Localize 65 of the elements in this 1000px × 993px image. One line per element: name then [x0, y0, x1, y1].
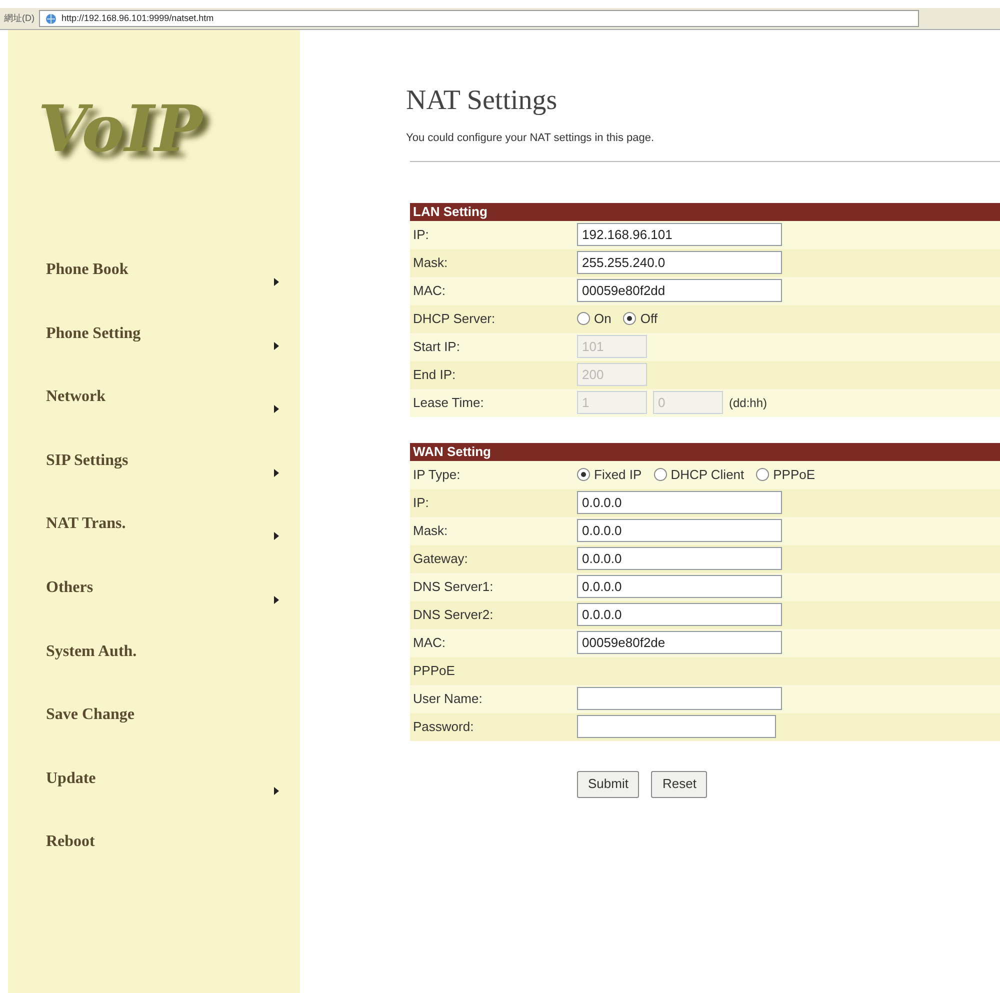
menu-item[interactable]: Phone Setting	[46, 324, 141, 342]
input-field[interactable]	[577, 715, 776, 738]
field-label: Gateway:	[412, 550, 469, 568]
menu-item[interactable]: SIP Settings	[46, 452, 128, 469]
field-label: PPPoE	[412, 662, 456, 680]
input-field[interactable]: 00059e80f2de	[577, 631, 782, 654]
radio-button[interactable]	[623, 312, 636, 325]
input-field[interactable]: 0.0.0.0	[577, 519, 782, 542]
menu-item[interactable]: System Auth.	[46, 642, 137, 660]
menu-item[interactable]: NAT Trans.	[46, 515, 126, 532]
menu-item[interactable]: Reboot	[46, 833, 95, 850]
address-label: 網址(D)	[4, 12, 34, 25]
input-field[interactable]: 0.0.0.0	[577, 575, 782, 598]
radio-label: Off	[640, 310, 658, 328]
radio-button[interactable]	[756, 468, 770, 481]
radio-label: DHCP Client	[670, 466, 744, 484]
radio-label: On	[594, 310, 612, 328]
submenu-arrow-icon	[274, 405, 279, 414]
submenu-arrow-icon	[274, 342, 279, 350]
menu-item[interactable]: Update	[46, 770, 96, 787]
page-title: NAT Settings	[406, 84, 558, 118]
radio-label: PPPoE	[773, 466, 816, 484]
submenu-arrow-icon	[274, 532, 279, 540]
input-field[interactable]: 0.0.0.0	[577, 603, 782, 626]
unit-label: (dd:hh)	[729, 394, 768, 412]
submenu-arrow-icon	[274, 786, 279, 795]
section-header: WAN Setting	[410, 442, 1000, 460]
input-field[interactable]	[577, 687, 782, 710]
field-label: DNS Server2:	[412, 606, 494, 624]
field-label: Start IP:	[412, 338, 461, 356]
menu-item[interactable]: Network	[46, 388, 106, 406]
radio-button[interactable]	[577, 468, 590, 481]
input-field[interactable]: 00059e80f2dd	[577, 279, 782, 302]
menu-item[interactable]: Others	[46, 578, 94, 596]
input-field[interactable]: 0.0.0.0	[577, 547, 782, 570]
menu-item[interactable]: Save Change	[46, 706, 134, 724]
field-label: Mask:	[412, 522, 449, 540]
field-label: IP Type:	[412, 466, 462, 484]
radio-button[interactable]	[654, 468, 667, 481]
field-label: End IP:	[412, 366, 457, 384]
field-label: MAC:	[412, 282, 446, 300]
menu-item[interactable]: Phone Book	[46, 261, 128, 278]
submenu-arrow-icon	[274, 278, 279, 286]
field-label: Password:	[412, 718, 475, 736]
form-button[interactable]: Submit	[577, 770, 640, 798]
submenu-arrow-icon	[274, 596, 279, 604]
input-field[interactable]: 0.0.0.0	[577, 491, 782, 514]
url-text[interactable]: http://192.168.96.101:9999/natset.htm	[62, 12, 214, 26]
field-label: Lease Time:	[412, 394, 485, 412]
field-label: Mask:	[412, 254, 449, 272]
field-label: DHCP Server:	[412, 310, 496, 328]
radio-label: Fixed IP	[594, 466, 642, 484]
submenu-arrow-icon	[274, 468, 279, 477]
field-label: IP:	[412, 226, 430, 244]
form-button[interactable]: Reset	[651, 770, 708, 798]
globe-icon	[44, 12, 58, 24]
radio-button[interactable]	[577, 312, 590, 325]
page-description: You could configure your NAT settings in this page.	[406, 131, 656, 146]
field-label: MAC:	[412, 634, 446, 652]
input-field[interactable]: 255.255.240.0	[577, 251, 782, 274]
field-label: IP:	[412, 494, 430, 512]
field-label: DNS Server1:	[412, 578, 494, 596]
input-field[interactable]: 192.168.96.101	[577, 223, 782, 246]
section-header: LAN Setting	[410, 202, 1000, 220]
field-label: User Name:	[412, 690, 484, 708]
